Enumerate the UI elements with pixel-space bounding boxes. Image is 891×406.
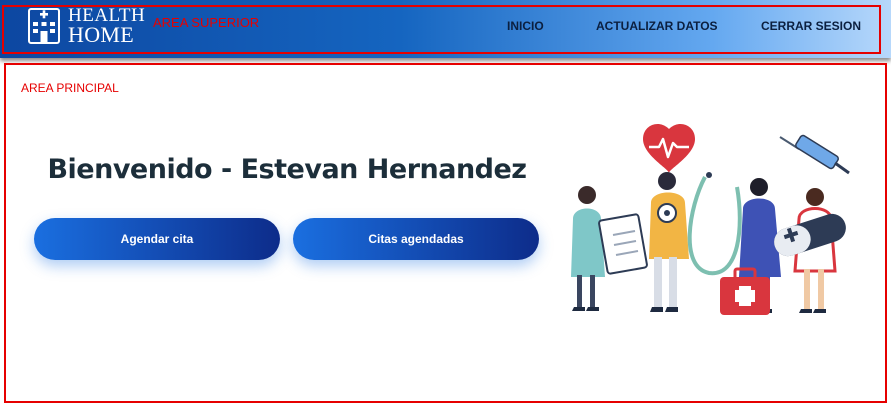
logo-text: HEALTH HOME <box>68 6 145 47</box>
doctor-woman-left-figure <box>571 186 605 311</box>
nav-cerrar-sesion[interactable]: CERRAR SESION <box>761 19 861 33</box>
syringe-icon <box>779 134 850 175</box>
main-area: AREA PRINCIPAL Bienvenido - Estevan Hern… <box>4 63 887 403</box>
hospital-building-icon <box>28 8 60 44</box>
welcome-heading: Bienvenido - Estevan Hernandez <box>47 154 527 185</box>
agendar-cita-button[interactable]: Agendar cita <box>34 218 280 260</box>
area-principal-label: AREA PRINCIPAL <box>21 81 119 95</box>
medical-staff-illustration <box>571 124 850 315</box>
stethoscope-icon <box>687 176 742 276</box>
nav-actualizar-datos[interactable]: ACTUALIZAR DATOS <box>596 19 718 33</box>
top-bar: HEALTH HOME AREA SUPERIOR INICIO ACTUALI… <box>0 0 891 58</box>
nav-inicio[interactable]: INICIO <box>507 19 544 33</box>
heart-icon <box>643 124 695 173</box>
citas-agendadas-button[interactable]: Citas agendadas <box>293 218 539 260</box>
doctor-man-center-figure <box>649 172 689 312</box>
logo-line2: HOME <box>68 22 134 47</box>
clipboard-icon <box>598 213 648 275</box>
area-superior-label: AREA SUPERIOR <box>153 15 260 30</box>
